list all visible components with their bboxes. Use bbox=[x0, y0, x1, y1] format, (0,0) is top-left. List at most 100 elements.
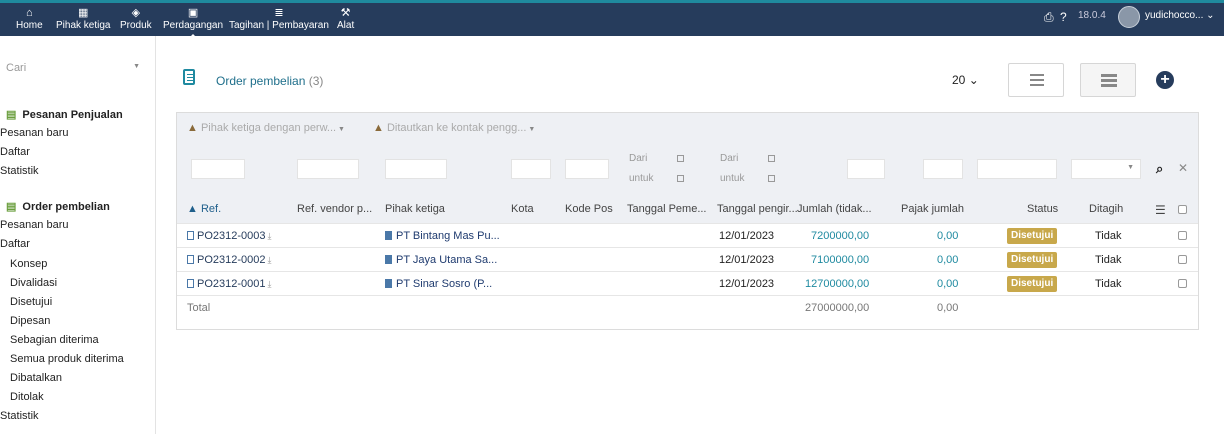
search-input[interactable]: Cari ▼ bbox=[6, 62, 144, 84]
list-view-button[interactable] bbox=[1008, 63, 1064, 97]
home-icon: ⌂ bbox=[26, 7, 33, 19]
document-icon bbox=[187, 279, 194, 288]
calendar-icon[interactable] bbox=[768, 175, 775, 182]
sidebar-purchase-title: Order pembelian bbox=[22, 201, 110, 213]
ref-link[interactable]: PO2312-0001 ⤓ bbox=[187, 278, 271, 290]
calendar-icon[interactable] bbox=[768, 155, 775, 162]
calendar-icon[interactable] bbox=[677, 175, 684, 182]
status-badge: Disetujui bbox=[1007, 252, 1058, 268]
building-icon: ▦ bbox=[78, 7, 89, 19]
thirdparty-value: PT Sinar Sosro (P... bbox=[396, 278, 493, 290]
thirdparty-value: PT Bintang Mas Pu... bbox=[396, 230, 500, 242]
page-size-value: 20 bbox=[952, 73, 966, 87]
sidebar-item-sales-stats[interactable]: Statistik bbox=[0, 165, 39, 177]
sidebar-item-draft[interactable]: Konsep bbox=[10, 258, 47, 270]
column-header-town[interactable]: Kota bbox=[511, 203, 534, 215]
filter-zip-input[interactable] bbox=[565, 159, 609, 179]
column-header-vendor-ref[interactable]: Ref. vendor p... bbox=[297, 203, 372, 215]
clear-filter-icon[interactable]: ✕ bbox=[1178, 161, 1188, 175]
nav-thirdparty[interactable]: ▦ Pihak ketiga bbox=[56, 7, 110, 31]
tax-value: 0,00 bbox=[937, 254, 959, 266]
nav-billing[interactable]: ≣ Tagihan | Pembayaran bbox=[229, 7, 329, 31]
filter-tax-input[interactable] bbox=[923, 159, 963, 179]
nav-home[interactable]: ⌂ Home bbox=[16, 7, 43, 31]
nav-products[interactable]: ◈ Produk bbox=[120, 7, 152, 31]
column-header-ref[interactable]: ▲ Ref. bbox=[187, 203, 221, 215]
chevron-down-icon: ▼ bbox=[336, 126, 345, 133]
thirdparty-link[interactable]: PT Sinar Sosro (P... bbox=[385, 278, 492, 290]
ref-link[interactable]: PO2312-0003 ⤓ bbox=[187, 230, 271, 242]
avatar[interactable] bbox=[1118, 6, 1140, 28]
thirdparty-link[interactable]: PT Bintang Mas Pu... bbox=[385, 230, 500, 242]
sidebar-item-validated[interactable]: Divalidasi bbox=[10, 277, 57, 289]
sidebar-item-purchase-new[interactable]: Pesanan baru bbox=[0, 219, 69, 231]
column-header-status[interactable]: Status bbox=[1027, 203, 1058, 215]
nav-products-label: Produk bbox=[120, 20, 152, 31]
sidebar-section-purchase[interactable]: ▤ Order pembelian bbox=[6, 200, 110, 213]
nav-home-label: Home bbox=[16, 20, 43, 31]
download-icon[interactable]: ⤓ bbox=[268, 231, 272, 241]
filter-thirdparty-input[interactable] bbox=[385, 159, 447, 179]
sidebar-item-ordered[interactable]: Dipesan bbox=[10, 315, 50, 327]
column-header-thirdparty[interactable]: Pihak ketiga bbox=[385, 203, 445, 215]
ref-value: PO2312-0001 bbox=[197, 278, 266, 290]
page-size-select[interactable]: 20 ⌄ bbox=[952, 73, 979, 87]
thirdparty-filter-select[interactable]: ▲ Pihak ketiga dengan perw... ▼ bbox=[187, 122, 359, 142]
sidebar-item-approved[interactable]: Disetujui bbox=[10, 296, 52, 308]
calendar-icon[interactable] bbox=[677, 155, 684, 162]
filter-vendor-ref-input[interactable] bbox=[297, 159, 359, 179]
status-badge: Disetujui bbox=[1007, 276, 1058, 292]
ref-value: PO2312-0002 bbox=[197, 254, 266, 266]
row-checkbox[interactable] bbox=[1178, 231, 1187, 240]
column-header-delivery-date[interactable]: Tanggal pengir... bbox=[717, 203, 798, 215]
ref-value: PO2312-0003 bbox=[197, 230, 266, 242]
contact-filter-select[interactable]: ▲ Ditautkan ke kontak pengg... ▼ bbox=[373, 122, 551, 142]
nav-commerce[interactable]: ▣ Perdagangan bbox=[163, 7, 223, 40]
filter-ref-input[interactable] bbox=[191, 159, 245, 179]
ref-link[interactable]: PO2312-0002 ⤓ bbox=[187, 254, 271, 266]
column-header-tax[interactable]: Pajak jumlah bbox=[901, 203, 964, 215]
column-selector-icon[interactable]: ☰ bbox=[1155, 203, 1166, 217]
sidebar-item-all-received[interactable]: Semua produk diterima bbox=[10, 353, 124, 365]
row-checkbox[interactable] bbox=[1178, 279, 1187, 288]
total-label: Total bbox=[187, 302, 211, 314]
sidebar-item-purchase-list[interactable]: Daftar bbox=[0, 238, 30, 250]
download-icon[interactable]: ⤓ bbox=[268, 255, 272, 265]
nav-tools[interactable]: ⚒ Alat bbox=[337, 7, 354, 31]
document-icon bbox=[187, 231, 194, 240]
delivery-date-value: 12/01/2023 bbox=[719, 230, 775, 242]
column-header-zip[interactable]: Kode Pos bbox=[565, 203, 613, 215]
column-header-amount[interactable]: Jumlah (tidak... bbox=[797, 203, 872, 215]
tax-value: 0,00 bbox=[937, 278, 959, 290]
sidebar-item-purchase-stats[interactable]: Statistik bbox=[0, 410, 39, 422]
column-header-billed[interactable]: Ditagih bbox=[1089, 203, 1123, 215]
table-row[interactable]: PO2312-0001 ⤓ PT Sinar Sosro (P... 12/01/… bbox=[177, 271, 1198, 295]
filter-status-input[interactable] bbox=[977, 159, 1057, 179]
sidebar-item-partial-received[interactable]: Sebagian diterima bbox=[10, 334, 99, 346]
table-row[interactable]: PO2312-0002 ⤓ PT Jaya Utama Sa... 12/01/2… bbox=[177, 247, 1198, 271]
sidebar-item-canceled[interactable]: Dibatalkan bbox=[10, 372, 62, 384]
filter-amount-input[interactable] bbox=[847, 159, 885, 179]
sidebar-section-sales[interactable]: ▤ Pesanan Penjualan bbox=[6, 108, 123, 121]
select-all-checkbox[interactable] bbox=[1178, 205, 1187, 214]
user-menu[interactable]: yudichocco... ⌄ bbox=[1145, 10, 1215, 21]
download-icon[interactable]: ⤓ bbox=[268, 279, 272, 289]
kanban-view-button[interactable] bbox=[1080, 63, 1136, 97]
add-new-button[interactable]: + bbox=[1156, 71, 1174, 89]
order-date-to-label: untuk bbox=[629, 173, 654, 184]
table-row[interactable]: PO2312-0003 ⤓ PT Bintang Mas Pu... 12/01/… bbox=[177, 223, 1198, 247]
row-checkbox[interactable] bbox=[1178, 255, 1187, 264]
user-name: yudichocco... bbox=[1145, 10, 1204, 21]
sidebar-item-sales-list[interactable]: Daftar bbox=[0, 146, 30, 158]
column-header-order-date[interactable]: Tanggal Peme... bbox=[627, 203, 707, 215]
briefcase-icon: ▣ bbox=[187, 7, 199, 19]
filter-billed-select[interactable]: ▼ bbox=[1071, 159, 1141, 179]
help-icon[interactable]: ? bbox=[1060, 10, 1067, 24]
thirdparty-link[interactable]: PT Jaya Utama Sa... bbox=[385, 254, 497, 266]
column-header-ref-label: Ref. bbox=[200, 203, 222, 215]
sidebar-item-sales-new[interactable]: Pesanan baru bbox=[0, 127, 69, 139]
search-icon[interactable]: ⌕ bbox=[1156, 161, 1163, 177]
print-icon[interactable]: ⎙ bbox=[1044, 10, 1054, 25]
sidebar-item-refused[interactable]: Ditolak bbox=[10, 391, 44, 403]
filter-town-input[interactable] bbox=[511, 159, 551, 179]
